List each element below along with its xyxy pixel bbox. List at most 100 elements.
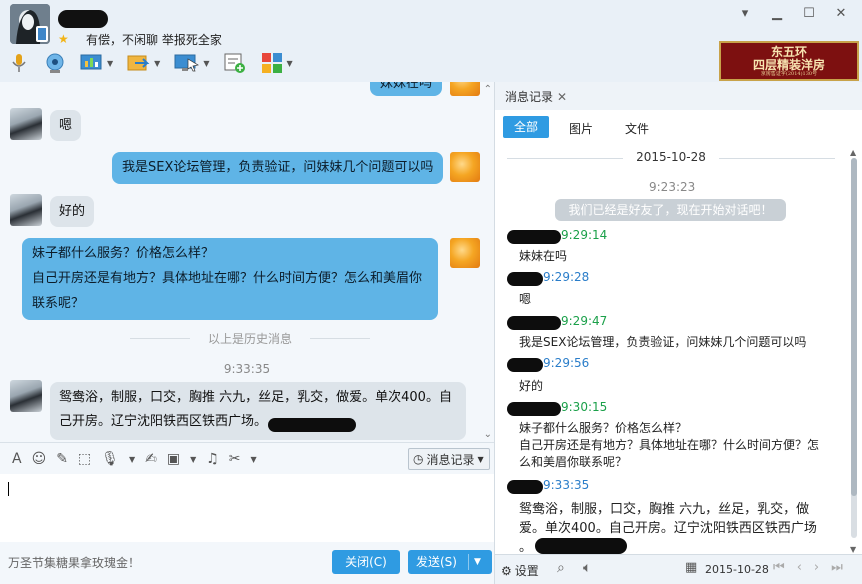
scissors-icon[interactable]: ✂: [229, 451, 241, 467]
message-input[interactable]: [0, 474, 494, 542]
star-icon[interactable]: ★: [58, 32, 69, 46]
history-entry-text: 我是SEX论坛管理，负责验证，问妹妹几个问题可以吗: [519, 335, 807, 349]
chat-toolbar: ▼ ▼ ▼ ▼: [8, 52, 293, 74]
history-entry-line: 自己开房还是有地方？具体地址在哪？什么时间方便？怎: [519, 438, 820, 452]
chevron-down-icon[interactable]: ▼: [129, 455, 135, 464]
scroll-up-icon[interactable]: ⌃: [484, 84, 492, 95]
self-avatar[interactable]: [450, 238, 480, 268]
next-page-icon[interactable]: ›: [814, 560, 819, 575]
message-history-label: 消息记录: [426, 452, 475, 467]
history-list[interactable]: 2015-10-28 9:23:23 我们已经是好友了，现在开始对话吧！ 9:2…: [495, 142, 847, 554]
chevron-down-icon[interactable]: ▼: [154, 59, 160, 68]
voice-icon[interactable]: 🎙︎: [101, 451, 119, 467]
chevron-down-icon[interactable]: ▼: [107, 59, 113, 68]
message-bubble-out: 妹子都什么服务？价格怎么样？ 自己开房还是有地方？具体地址在哪？什么时间方便？怎…: [22, 238, 438, 320]
chevron-down-icon: ▼: [477, 454, 484, 464]
scroll-down-icon[interactable]: ⌄: [484, 429, 492, 440]
screen-share-icon: [80, 54, 102, 70]
chat-message-area[interactable]: 妹妹在吗 ⌃ 嗯 我是SEX论坛管理，负责验证，问妹妹几个问题可以吗 好的 妹子…: [0, 82, 494, 442]
ad-banner[interactable]: 东五环 四层精装洋房 京房售证字(2014)130号: [719, 41, 859, 81]
clock-icon: ◷: [413, 452, 424, 466]
message-line: 自己开房还是有地方？具体地址在哪？什么时间方便？怎么和美眉你: [32, 271, 423, 286]
message-bubble-in: 嗯: [50, 110, 82, 141]
contact-avatar-small[interactable]: [10, 108, 42, 140]
image-icon[interactable]: ▣: [167, 451, 180, 467]
history-filter-bar: 全部 图片 文件: [495, 112, 862, 142]
history-panel: 消息记录 ✕ 全部 图片 文件 2015-10-28 9:23:23 我们已经是好…: [494, 82, 862, 584]
video-call-button[interactable]: [44, 52, 66, 74]
scroll-thumb[interactable]: [851, 158, 857, 496]
prev-page-icon[interactable]: ‹: [797, 560, 802, 575]
contact-avatar-small[interactable]: [10, 380, 42, 412]
ad-line-3: 京房售证字(2014)130号: [760, 71, 818, 78]
screenshot-icon[interactable]: ⬚: [78, 451, 91, 467]
send-button[interactable]: 发送(S) ▼: [408, 550, 492, 574]
emoji-icon[interactable]: ☺: [32, 451, 47, 467]
separator: [468, 554, 469, 570]
file-transfer-button[interactable]: ▼: [127, 53, 160, 73]
history-entry-text: 妹子都什么服务？价格怎么样？ 自己开房还是有地方？具体地址在哪？什么时间方便？怎…: [519, 420, 819, 471]
speaker-icon[interactable]: 🔈︎: [583, 560, 591, 576]
sender-redacted: [507, 272, 543, 286]
history-entry-text: 嗯: [519, 292, 532, 306]
screen-share-button[interactable]: ▼: [80, 53, 113, 73]
edit-icon[interactable]: ✍: [145, 451, 157, 467]
file-transfer-icon: [127, 55, 150, 71]
send-options-chevron-icon[interactable]: ▼: [474, 550, 481, 574]
close-chat-button[interactable]: 关闭(C): [332, 550, 400, 574]
last-page-icon[interactable]: ⏭: [831, 560, 843, 575]
chevron-down-icon[interactable]: ▼: [190, 455, 196, 464]
filter-all-tab[interactable]: 全部: [503, 116, 549, 138]
skin-dropdown-icon[interactable]: ▾: [738, 6, 752, 21]
history-date-label[interactable]: 2015-10-28: [705, 563, 769, 576]
add-app-button[interactable]: [223, 52, 247, 74]
contact-avatar[interactable]: [10, 4, 50, 44]
scroll-up-icon[interactable]: ▲: [850, 148, 856, 157]
history-settings-button[interactable]: ⚙ 设置: [501, 562, 539, 579]
history-scrollbar[interactable]: ▲ ▼: [849, 148, 859, 554]
close-tab-icon[interactable]: ✕: [557, 90, 567, 104]
history-entry-line: 鸳鸯浴，制服，口交，胸推 六九，丝足，乳交，做: [519, 502, 810, 517]
font-icon[interactable]: A: [12, 451, 22, 467]
self-avatar[interactable]: [450, 152, 480, 182]
search-icon[interactable]: ⌕: [557, 560, 565, 576]
scroll-down-icon[interactable]: ▼: [850, 545, 856, 554]
chevron-down-icon[interactable]: ▼: [203, 59, 209, 68]
minimize-button[interactable]: ▁: [770, 6, 784, 21]
history-entry-time: 9:29:28: [543, 270, 590, 284]
filter-files-tab[interactable]: 文件: [625, 120, 649, 137]
filter-pictures-tab[interactable]: 图片: [569, 120, 593, 137]
sender-redacted: [507, 480, 543, 494]
message-history-button[interactable]: ◷ 消息记录 ▼: [408, 448, 490, 470]
history-entry-line: 爱。单次400。自己开房。辽宁沈阳铁西区铁西广场: [519, 521, 817, 536]
history-entry-time: 9:29:56: [543, 356, 590, 370]
history-divider: 以上是历史消息: [130, 330, 370, 347]
history-entry-time: 9:33:35: [543, 478, 590, 492]
history-navigation: ⏮ ‹ › ⏭: [773, 560, 843, 575]
close-window-button[interactable]: ✕: [834, 6, 848, 21]
maximize-button[interactable]: ☐: [802, 6, 816, 21]
settings-label: 设置: [514, 564, 539, 578]
chevron-down-icon[interactable]: ▼: [286, 59, 292, 68]
contact-avatar-small[interactable]: [10, 194, 42, 226]
message-text: 嗯: [59, 118, 73, 133]
system-message: 我们已经是好友了，现在开始对话吧！: [555, 199, 786, 221]
remote-desktop-button[interactable]: ▼: [174, 53, 209, 73]
nudge-icon[interactable]: ✎: [56, 451, 68, 467]
chevron-down-icon[interactable]: ▼: [251, 455, 257, 464]
window-controls: ▾ ▁ ☐ ✕: [738, 6, 848, 21]
music-icon[interactable]: ♫: [206, 451, 219, 467]
self-avatar[interactable]: [450, 82, 480, 96]
first-page-icon[interactable]: ⏮: [773, 560, 785, 575]
tab-message-history[interactable]: 消息记录 ✕: [505, 88, 567, 105]
calendar-icon[interactable]: ▦: [685, 560, 697, 575]
window-header: ★ 有偿，不闲聊 举报死全家 ▾ ▁ ☐ ✕ ▼ ▼ ▼ ▼ 东五环 四层精装洋…: [0, 0, 862, 82]
mic-button[interactable]: [8, 52, 30, 74]
message-text: 我是SEX论坛管理，负责验证，问妹妹几个问题可以吗: [122, 160, 434, 175]
history-entry-line: 么和美眉你联系呢？: [519, 455, 628, 469]
message-line: 己开房。辽宁沈阳铁西区铁西广场。: [59, 414, 268, 429]
add-app-icon: [224, 53, 246, 73]
promo-link[interactable]: 万圣节集糖果拿玫瑰金！: [8, 554, 140, 571]
app-grid-button[interactable]: ▼: [261, 52, 293, 74]
text-cursor: [8, 482, 9, 496]
